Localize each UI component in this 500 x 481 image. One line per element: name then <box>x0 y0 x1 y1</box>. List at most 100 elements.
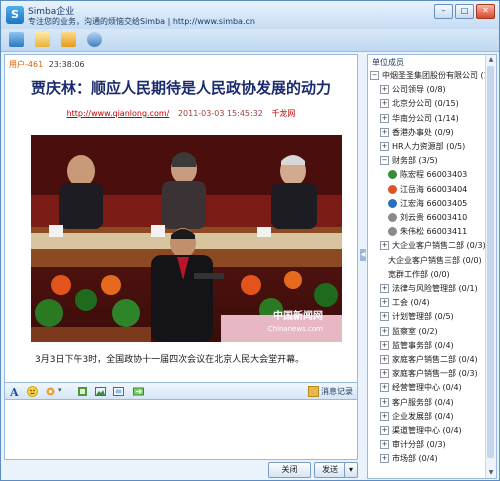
expand-icon[interactable]: + <box>380 284 389 293</box>
tree-root[interactable]: −中烟圣圣集团股份有限公司 (123/3… <box>370 69 496 83</box>
contacts-card-icon[interactable] <box>9 32 24 47</box>
send-button[interactable]: 发送 <box>314 462 346 478</box>
maximize-button[interactable]: □ <box>455 4 474 19</box>
expand-icon[interactable]: + <box>380 355 389 364</box>
contact-label: 监察室 (0/2) <box>392 327 438 336</box>
collapse-icon[interactable]: − <box>380 156 389 165</box>
contact-member[interactable]: 陈宏程 66003403 <box>388 168 467 182</box>
expand-icon[interactable]: + <box>380 114 389 123</box>
contact-label: 家庭客户销售一部 (0/3) <box>392 369 478 378</box>
contact-group[interactable]: + 计划管理部 (0/5) <box>380 310 454 324</box>
expand-icon[interactable]: + <box>380 312 389 321</box>
send-options-chevron-icon[interactable]: ▾ <box>344 462 358 478</box>
emoticon-icon[interactable] <box>27 386 38 397</box>
contact-group[interactable]: + 企业发展部 (0/4) <box>380 410 454 424</box>
message-time: 23:38:06 <box>48 60 85 69</box>
collapse-arrow-icon[interactable]: ◀ <box>360 249 366 261</box>
contact-group[interactable]: 宽群工作部 (0/0) <box>388 268 450 282</box>
contact-group[interactable]: + 公司领导 (0/8) <box>380 83 446 97</box>
minimize-button[interactable]: – <box>434 4 453 19</box>
article-url-link[interactable]: http://www.qianlong.com/ <box>67 109 170 118</box>
pane-splitter[interactable]: ◀ <box>359 54 367 479</box>
message-header: 用户-461 23:38:06 <box>9 59 85 70</box>
contact-group[interactable]: 大企业客户销售三部 (0/0) <box>388 254 482 268</box>
contact-group[interactable]: + 市场部 (0/4) <box>380 452 438 466</box>
article-title: 贾庆林：顺应人民期待是人民政协发展的动力 <box>30 79 331 97</box>
message-input[interactable] <box>4 400 358 460</box>
expand-icon[interactable]: + <box>380 298 389 307</box>
shake-icon[interactable] <box>45 386 56 397</box>
image-icon[interactable] <box>95 386 106 397</box>
contact-label: 法律与风险管理部 (0/1) <box>392 284 478 293</box>
sender-name: 用户-461 <box>9 60 44 69</box>
tree-root-label: 中烟圣圣集团股份有限公司 (123/3… <box>382 71 496 80</box>
app-slogan: 专注您的业务，沟通的烦恼交给Simba | http://www.simba.c… <box>28 17 255 26</box>
send-file-icon[interactable] <box>77 386 88 397</box>
expand-icon[interactable]: + <box>380 440 389 449</box>
contact-group[interactable]: + 法律与风险管理部 (0/1) <box>380 282 478 296</box>
screenshot-icon[interactable] <box>113 386 124 397</box>
main-toolbar <box>1 29 499 52</box>
contact-group[interactable]: + 渠道管理中心 (0/4) <box>380 424 462 438</box>
expand-icon[interactable]: + <box>380 454 389 463</box>
contact-label: 香港办事处 (0/9) <box>392 128 454 137</box>
font-icon[interactable]: A <box>9 386 20 397</box>
expand-icon[interactable]: + <box>380 426 389 435</box>
settings-icon[interactable] <box>87 32 102 47</box>
contact-label: 工会 (0/4) <box>392 298 430 307</box>
expand-icon[interactable]: + <box>380 99 389 108</box>
scroll-up-arrow-icon[interactable]: ▲ <box>486 55 496 65</box>
expand-icon[interactable]: + <box>380 412 389 421</box>
contact-member[interactable]: 江岳海 66003404 <box>388 183 467 197</box>
expand-icon[interactable]: + <box>380 398 389 407</box>
article-date: 2011-03-03 15:45:32 <box>177 109 263 118</box>
contact-group[interactable]: + 工会 (0/4) <box>380 296 430 310</box>
contact-group[interactable]: + 客户服务部 (0/4) <box>380 396 454 410</box>
contact-group[interactable]: + HR人力资源部 (0/5) <box>380 140 465 154</box>
photo-watermark-url: Chinanews.com <box>268 325 323 333</box>
collapse-icon[interactable]: − <box>370 71 379 80</box>
expand-icon[interactable]: + <box>380 85 389 94</box>
contact-group[interactable]: − 财务部 (3/5) <box>380 154 438 168</box>
shake-dropdown-arrow[interactable]: ▾ <box>58 386 62 394</box>
simba-logo: S <box>6 6 24 24</box>
contact-label: 公司领导 (0/8) <box>392 85 446 94</box>
contact-group[interactable]: + 监管事务部 (0/4) <box>380 339 454 353</box>
title-bar[interactable]: S Simba企业 专注您的业务，沟通的烦恼交给Simba | http://w… <box>1 1 499 29</box>
contact-group[interactable]: + 审计分部 (0/3) <box>380 438 446 452</box>
contact-group[interactable]: + 北京分公司 (0/15) <box>380 97 459 111</box>
contact-group[interactable]: + 监察室 (0/2) <box>380 325 438 339</box>
contact-member[interactable]: 朱伟松 66003411 <box>388 225 467 239</box>
close-window-button[interactable]: ✕ <box>476 4 495 19</box>
close-button[interactable]: 关闭 <box>268 462 311 478</box>
contact-label: 大企业客户销售二部 (0/3) <box>392 241 486 250</box>
folder-icon[interactable] <box>61 32 76 47</box>
history-icon <box>308 386 319 397</box>
mail-icon[interactable] <box>35 32 50 47</box>
expand-icon[interactable]: + <box>380 241 389 250</box>
contact-label: 华南分公司 (1/14) <box>392 114 459 123</box>
contact-member[interactable]: 刘云贵 66003410 <box>388 211 467 225</box>
expand-icon[interactable]: + <box>380 383 389 392</box>
svg-text:A: A <box>9 386 19 397</box>
expand-icon[interactable]: + <box>380 128 389 137</box>
expand-icon[interactable]: + <box>380 327 389 336</box>
contact-group[interactable]: + 香港办事处 (0/9) <box>380 126 454 140</box>
contact-group[interactable]: + 大企业客户销售二部 (0/3) <box>380 239 486 253</box>
expand-icon[interactable]: + <box>380 369 389 378</box>
expand-icon[interactable]: + <box>380 341 389 350</box>
scroll-down-arrow-icon[interactable]: ▼ <box>486 468 496 478</box>
contacts-scrollbar[interactable]: ▲ ▼ <box>485 55 496 478</box>
message-history-link[interactable]: 消息记录 <box>308 386 353 397</box>
contact-group[interactable]: + 经营管理中心 (0/4) <box>380 381 462 395</box>
contact-label: 北京分公司 (0/15) <box>392 99 459 108</box>
contact-group[interactable]: + 华南分公司 (1/14) <box>380 112 459 126</box>
contact-group[interactable]: + 家庭客户销售一部 (0/3) <box>380 367 478 381</box>
remote-assist-icon[interactable] <box>133 386 144 397</box>
expand-icon[interactable]: + <box>380 142 389 151</box>
contact-member[interactable]: 江宏海 66003405 <box>388 197 467 211</box>
scrollbar-thumb[interactable] <box>487 66 494 458</box>
user-status-icon <box>388 170 397 179</box>
message-view[interactable]: 用户-461 23:38:06 贾庆林：顺应人民期待是人民政协发展的动力 htt… <box>4 54 358 383</box>
contact-group[interactable]: + 家庭客户销售二部 (0/4) <box>380 353 478 367</box>
